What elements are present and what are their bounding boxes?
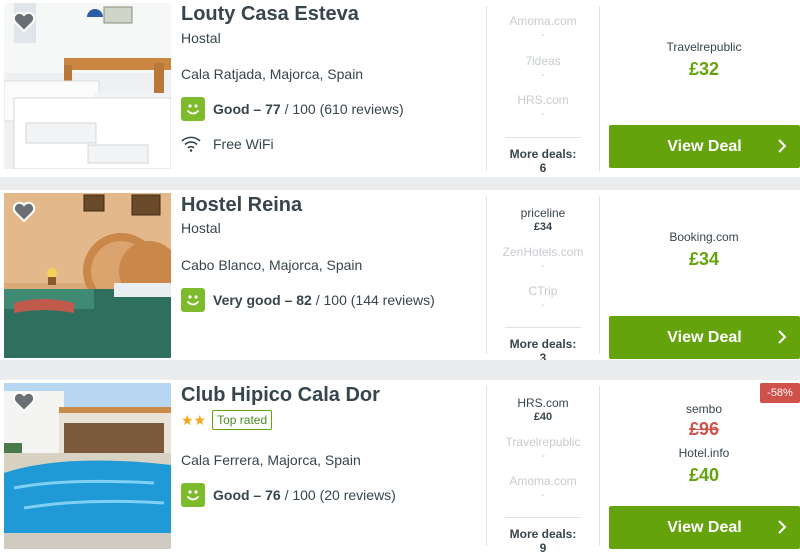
- view-deal-button[interactable]: View Deal: [609, 125, 800, 168]
- chevron-right-icon: [776, 137, 788, 155]
- discount-badge: -58%: [760, 383, 800, 403]
- amenity-label: Free WiFi: [213, 136, 274, 152]
- deal-price: £40: [533, 411, 553, 423]
- struck-provider: sembo: [685, 402, 723, 416]
- hotel-card: Hostel Reina Hostal Cabo Blanco, Majorca…: [0, 190, 800, 360]
- hotel-card: Club Hipico Cala Dor ★★ Top rated Cala F…: [0, 380, 800, 552]
- deal-price: -: [541, 489, 545, 501]
- view-deal-button[interactable]: View Deal: [609, 316, 800, 359]
- other-deals: priceline £34 ZenHotels.com - CTrip - Mo…: [487, 190, 599, 360]
- struck-price: £96: [688, 419, 720, 439]
- deal-price: -: [541, 450, 545, 462]
- deal-price: -: [541, 29, 545, 41]
- rating-label: Good – 77: [213, 101, 281, 117]
- rating-text: Good – 77 / 100 (610 reviews): [213, 101, 404, 117]
- star-icon: ★★: [181, 412, 207, 428]
- deal-provider: Amoma.com: [509, 14, 577, 28]
- hotel-type: Hostal: [181, 30, 221, 46]
- best-price: £34: [688, 249, 720, 269]
- more-deals-link[interactable]: More deals: 6: [505, 137, 581, 175]
- best-provider: Hotel.info: [678, 446, 730, 460]
- rating-reviews: / 100 (20 reviews): [280, 487, 396, 503]
- deal-item[interactable]: CTrip -: [487, 284, 599, 312]
- deal-item[interactable]: priceline £34: [487, 206, 599, 234]
- best-deal: Booking.com £34 View Deal: [600, 190, 800, 360]
- rating[interactable]: Very good – 82 / 100 (144 reviews): [181, 288, 435, 312]
- smiley-icon: [181, 483, 205, 507]
- hotel-name[interactable]: Club Hipico Cala Dor: [181, 384, 380, 407]
- hotel-location[interactable]: Cabo Blanco, Majorca, Spain: [181, 257, 362, 273]
- best-deal: -58% sembo £96 Hotel.info £40 View Deal: [600, 380, 800, 552]
- deal-item[interactable]: HRS.com £40: [487, 396, 599, 424]
- deal-item[interactable]: Amoma.com -: [487, 14, 599, 42]
- other-deals: HRS.com £40 Travelrepublic - Amoma.com -…: [487, 380, 599, 552]
- rating-text: Good – 76 / 100 (20 reviews): [213, 487, 396, 503]
- deal-price: £34: [533, 221, 553, 233]
- more-deals-link[interactable]: More deals: 3: [505, 327, 581, 360]
- deal-provider: 7ideas: [525, 54, 561, 68]
- deal-provider: Amoma.com: [509, 474, 577, 488]
- hotel-location[interactable]: Cala Ratjada, Majorca, Spain: [181, 66, 363, 82]
- deal-item[interactable]: 7ideas -: [487, 54, 599, 82]
- deal-provider: priceline: [520, 206, 566, 220]
- deal-item[interactable]: HRS.com -: [487, 93, 599, 121]
- rating[interactable]: Good – 77 / 100 (610 reviews): [181, 97, 404, 121]
- other-deals: Amoma.com - 7ideas - HRS.com - More deal…: [487, 0, 599, 177]
- smiley-icon: [181, 97, 205, 121]
- best-provider: Travelrepublic: [666, 40, 742, 54]
- view-deal-label: View Deal: [667, 518, 742, 536]
- favorite-heart-icon[interactable]: [12, 201, 36, 223]
- deal-provider: HRS.com: [517, 93, 569, 107]
- favorite-heart-icon[interactable]: [12, 391, 36, 413]
- deal-item[interactable]: Amoma.com -: [487, 474, 599, 502]
- best-price: £40: [688, 465, 720, 485]
- chevron-right-icon: [776, 328, 788, 346]
- best-provider: Booking.com: [669, 230, 739, 244]
- hotel-location[interactable]: Cala Ferrera, Majorca, Spain: [181, 452, 361, 468]
- deal-price: -: [541, 108, 545, 120]
- hotel-photo[interactable]: [4, 383, 171, 549]
- deal-provider: CTrip: [528, 284, 558, 298]
- rating-label: Good – 76: [213, 487, 281, 503]
- rating-reviews: / 100 (144 reviews): [311, 292, 435, 308]
- deal-price: -: [541, 69, 545, 81]
- top-rated-badge: Top rated: [212, 410, 273, 430]
- hotel-name[interactable]: Hostel Reina: [181, 194, 302, 217]
- hotel-card: Louty Casa Esteva Hostal Cala Ratjada, M…: [0, 0, 800, 177]
- view-deal-label: View Deal: [667, 328, 742, 346]
- hotel-type: Hostal: [181, 220, 221, 236]
- hotel-photo[interactable]: [4, 3, 171, 169]
- rating-label: Very good – 82: [213, 292, 312, 308]
- star-rating: ★★ Top rated: [181, 410, 273, 430]
- deal-item[interactable]: Travelrepublic -: [487, 435, 599, 463]
- deal-price: -: [541, 299, 545, 311]
- deal-provider: HRS.com: [517, 396, 569, 410]
- chevron-right-icon: [776, 518, 788, 536]
- wifi-icon: [181, 136, 201, 152]
- best-price: £32: [688, 59, 720, 79]
- deal-provider: Travelrepublic: [505, 435, 581, 449]
- view-deal-button[interactable]: View Deal: [609, 506, 800, 549]
- rating-reviews: / 100 (610 reviews): [280, 101, 404, 117]
- hotel-name[interactable]: Louty Casa Esteva: [181, 3, 359, 26]
- deal-price: -: [541, 260, 545, 272]
- view-deal-label: View Deal: [667, 137, 742, 155]
- favorite-heart-icon[interactable]: [12, 11, 36, 33]
- best-deal: Travelrepublic £32 View Deal: [600, 0, 800, 177]
- hotel-photo[interactable]: [4, 193, 171, 358]
- deal-item[interactable]: ZenHotels.com -: [487, 245, 599, 273]
- rating-text: Very good – 82 / 100 (144 reviews): [213, 292, 435, 308]
- smiley-icon: [181, 288, 205, 312]
- deal-provider: ZenHotels.com: [502, 245, 584, 259]
- more-deals-link[interactable]: More deals: 9: [505, 517, 581, 552]
- amenity-wifi: Free WiFi: [181, 136, 274, 152]
- rating[interactable]: Good – 76 / 100 (20 reviews): [181, 483, 396, 507]
